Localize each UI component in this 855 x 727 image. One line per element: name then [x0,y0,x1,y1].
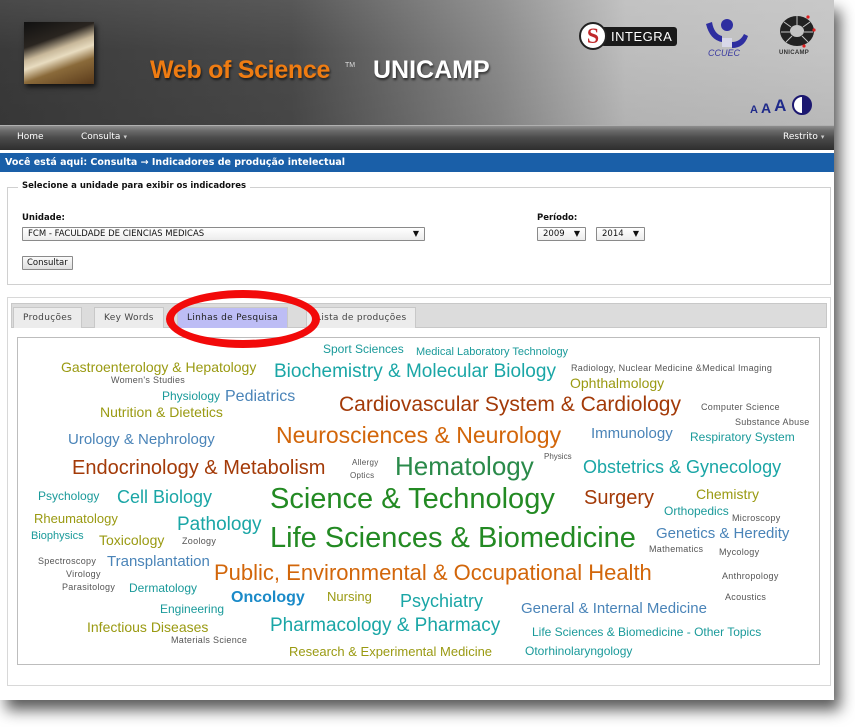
font-size-small-button[interactable]: A [750,104,758,116]
unicamp-label: UNICAMP [779,50,810,56]
cloud-word[interactable]: Otorhinolaryngology [525,645,632,657]
tab-linhas-de-pesquisa[interactable]: Linhas de Pesquisa [177,307,288,328]
cloud-word[interactable]: Engineering [160,603,224,615]
cloud-word[interactable]: Toxicology [99,533,164,547]
cloud-word[interactable]: Dermatology [129,582,197,594]
accessibility-controls: A A A [750,95,813,116]
book-logo-image [24,22,94,84]
cloud-word[interactable]: Biochemistry & Molecular Biology [274,362,556,381]
periodo-start-select[interactable]: 2009 ▼ [537,227,586,241]
cloud-word[interactable]: Respiratory System [690,431,795,443]
cloud-word[interactable]: Research & Experimental Medicine [289,645,492,658]
cloud-word[interactable]: Optics [350,472,374,480]
cloud-word[interactable]: General & Internal Medicine [521,601,707,616]
browser-page: Web of Science TM UNICAMP S INTEGRA CCUE… [0,0,834,700]
font-size-large-button[interactable]: A [774,96,786,116]
cloud-word[interactable]: Nursing [327,590,372,603]
cloud-word[interactable]: Cardiovascular System & Cardiology [339,394,681,415]
cloud-word[interactable]: Pathology [177,515,262,534]
cloud-word[interactable]: Endocrinology & Metabolism [72,458,325,478]
cloud-word[interactable]: Oncology [231,590,305,606]
site-title: Web of Science [150,56,331,84]
cloud-word[interactable]: Physics [544,453,572,461]
cloud-word[interactable]: Neurosciences & Neurology [276,424,561,447]
unicamp-logo-icon[interactable] [778,14,816,48]
tab-lista-de-producoes[interactable]: Lista de produções [306,307,417,328]
research-lines-word-cloud: Sport Sciences Medical Laboratory Techno… [17,337,820,665]
cloud-word[interactable]: Women's Studies [111,376,185,385]
cloud-word[interactable]: Surgery [584,488,654,508]
periodo-end-select[interactable]: 2014 ▼ [596,227,645,241]
cloud-word[interactable]: Computer Science [701,403,780,412]
fieldset-legend: Selecione a unidade para exibir os indic… [18,181,251,191]
chevron-down-icon: ▾ [123,133,127,141]
cloud-word[interactable]: Genetics & Heredity [656,526,789,541]
cloud-word[interactable]: Gastroenterology & Hepatology [61,360,256,374]
cloud-word[interactable]: Mathematics [649,545,703,554]
cloud-word[interactable]: Acoustics [725,593,766,602]
cloud-word[interactable]: Microscopy [732,514,781,523]
cloud-word[interactable]: Anthropology [722,572,779,581]
contrast-icon[interactable] [792,95,813,115]
cloud-word[interactable]: Sport Sciences [323,343,404,355]
integra-logo[interactable]: S INTEGRA [579,22,678,50]
cloud-word[interactable]: Life Sciences & Biomedicine - Other Topi… [532,626,761,638]
cloud-word[interactable]: Ophthalmology [570,376,664,390]
font-size-medium-button[interactable]: A [761,100,771,116]
cloud-word[interactable]: Rheumatology [34,512,118,525]
cloud-word[interactable]: Cell Biology [117,488,212,506]
chevron-down-icon: ▾ [820,133,825,141]
ccuec-label: CCUEC [708,48,741,58]
cloud-word[interactable]: Biophysics [31,531,84,542]
main-navbar: Home Consulta ▾ Restrito ▾ [0,125,834,150]
nav-home[interactable]: Home [17,132,44,142]
cloud-word[interactable]: Infectious Diseases [87,620,208,634]
unit-selection-fieldset: Selecione a unidade para exibir os indic… [7,181,831,285]
cloud-word[interactable]: Life Sciences & Biomedicine [270,524,636,553]
trademark-mark: TM [345,62,356,69]
cloud-word[interactable]: Psychology [38,490,99,502]
unidade-label: Unidade: [22,213,65,223]
cloud-word[interactable]: Radiology, Nuclear Medicine &Medical Ima… [571,364,772,373]
cloud-word[interactable]: Urology & Nephrology [68,432,215,447]
cloud-word[interactable]: Chemistry [696,487,759,501]
cloud-word[interactable]: Transplantation [107,554,210,569]
tab-producoes[interactable]: Produções [13,307,83,328]
cloud-word[interactable]: Parasitology [62,583,115,592]
dropdown-arrow-icon: ▼ [412,229,419,238]
cloud-word[interactable]: Mycology [719,548,759,557]
cloud-word[interactable]: Pediatrics [225,389,295,405]
cloud-word[interactable]: Substance Abuse [735,418,810,427]
unidade-select[interactable]: FCM - FACULDADE DE CIENCIAS MEDICAS ▼ [22,227,425,241]
cloud-word[interactable]: Medical Laboratory Technology [416,347,568,358]
cloud-word[interactable]: Physiology [162,390,220,402]
breadcrumb: Você está aqui: Consulta → Indicadores d… [0,153,834,172]
cloud-word[interactable]: Nutrition & Dietetics [100,405,223,419]
cloud-word[interactable]: Zoology [182,537,216,546]
cloud-word[interactable]: Obstetrics & Gynecology [583,458,781,476]
cloud-word[interactable]: Public, Environmental & Occupational Hea… [214,562,652,584]
cloud-word[interactable]: Science & Technology [270,485,555,514]
periodo-label: Período: [537,213,578,223]
cloud-word[interactable]: Spectroscopy [38,557,96,566]
nav-restrito[interactable]: Restrito ▾ [783,132,824,142]
cloud-word[interactable]: Allergy [352,459,379,467]
cloud-word[interactable]: Psychiatry [400,592,483,610]
nav-consulta[interactable]: Consulta ▾ [81,132,127,142]
dropdown-arrow-icon: ▼ [632,229,639,238]
cloud-word[interactable]: Virology [66,570,101,579]
cloud-word[interactable]: Immunology [591,426,673,441]
site-org-title: UNICAMP [373,56,490,84]
integra-label: INTEGRA [601,26,678,46]
consultar-button[interactable]: Consultar [22,256,73,270]
dropdown-arrow-icon: ▼ [573,229,580,238]
cloud-word[interactable]: Hematology [395,453,534,479]
cloud-word[interactable]: Orthopedics [664,505,729,517]
cloud-word[interactable]: Materials Science [171,636,247,645]
integra-s-icon: S [579,22,607,50]
tab-key-words[interactable]: Key Words [94,307,164,328]
cloud-word[interactable]: Pharmacology & Pharmacy [270,616,500,635]
